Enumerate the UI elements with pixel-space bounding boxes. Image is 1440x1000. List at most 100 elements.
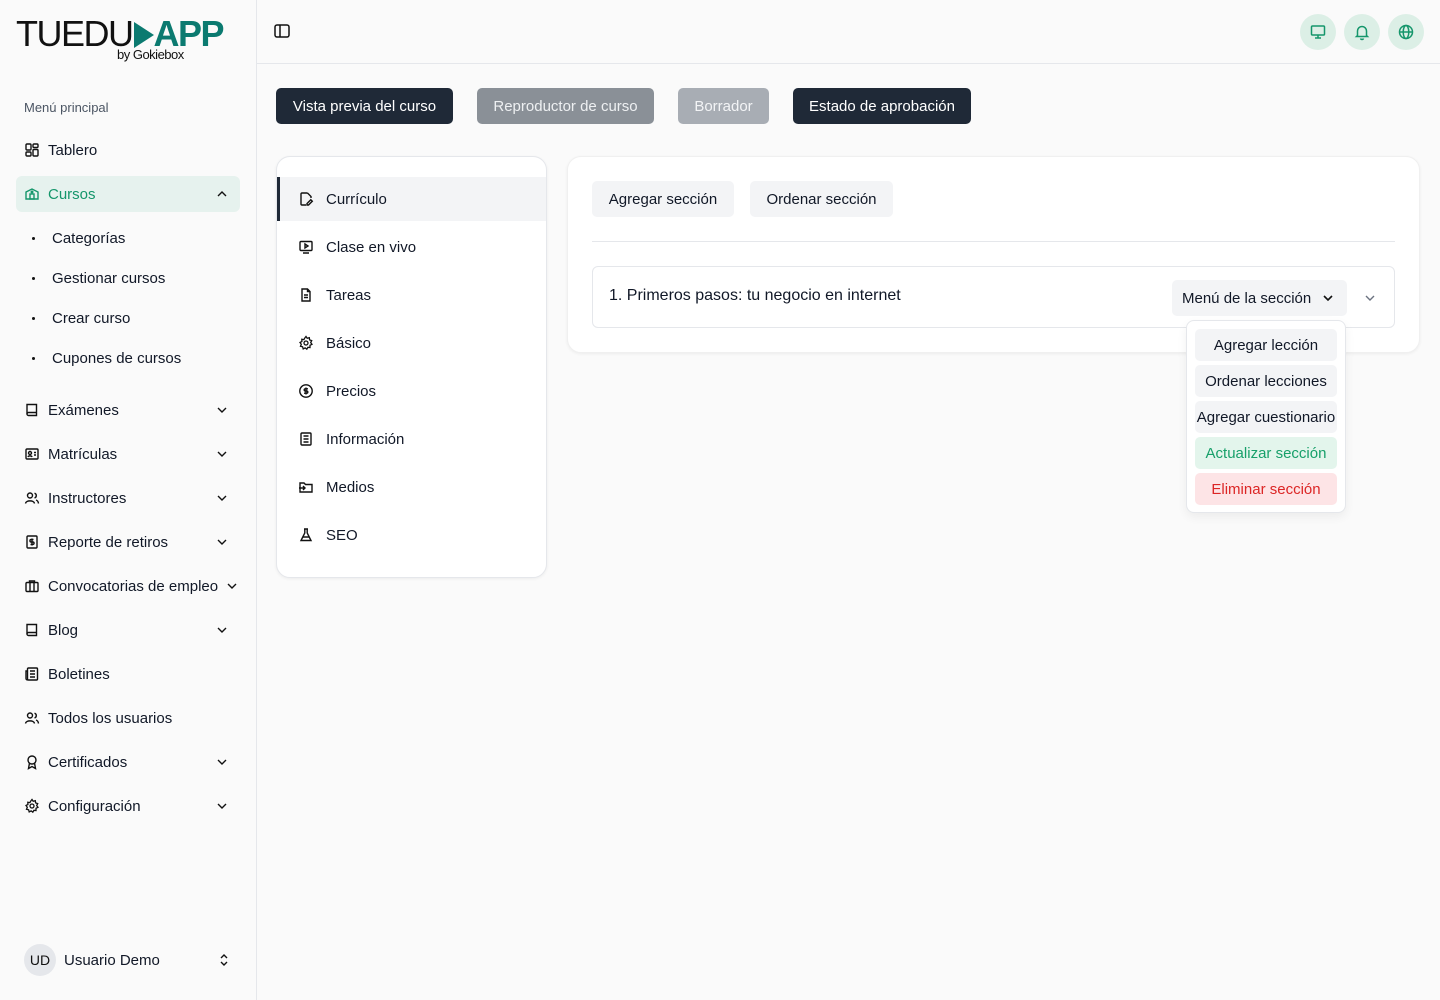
sidebar-item-configuracion[interactable]: Configuración: [16, 788, 240, 824]
course-player-button[interactable]: Reproductor de curso: [477, 88, 654, 124]
logo-text-main: TUEDU: [16, 13, 134, 54]
sidebar-item-label: Instructores: [48, 489, 127, 507]
bullet-dot: [32, 236, 35, 240]
logo-byline: by Gokiebox: [117, 47, 184, 62]
add-quiz-item[interactable]: Agregar cuestionario: [1195, 401, 1337, 433]
sidebar-item-label: Todos los usuarios: [48, 709, 173, 727]
enrollment-icon: [24, 446, 40, 462]
sidebar-item-label: Cursos: [48, 185, 96, 203]
add-lesson-item[interactable]: Agregar lección: [1195, 329, 1337, 361]
sidebar-item-label: Convocatorias de empleo: [48, 577, 219, 595]
sidebar-item-boletines[interactable]: Boletines: [16, 656, 240, 692]
section-menu-dropdown: Agregar lección Ordenar lecciones Agrega…: [1186, 320, 1346, 513]
course-tabs: Currículo Clase en vivo Tareas Básico Pr…: [276, 156, 547, 578]
sidebar-item-reporte-retiros[interactable]: Reporte de retiros: [16, 524, 240, 560]
sidebar-subitem-label: Gestionar cursos: [52, 269, 166, 287]
course-preview-button[interactable]: Vista previa del curso: [276, 88, 453, 124]
users-icon: [24, 490, 40, 506]
sidebar-item-examenes[interactable]: Exámenes: [16, 392, 240, 428]
app-logo[interactable]: TUEDU APP by Gokiebox: [16, 13, 225, 66]
edit-document-icon: [298, 191, 314, 207]
sidebar-item-label: Blog: [48, 621, 79, 639]
tab-label: SEO: [326, 526, 358, 544]
sidebar-item-todos-usuarios[interactable]: Todos los usuarios: [16, 700, 240, 736]
add-section-button[interactable]: Agregar sección: [592, 181, 734, 217]
gear-icon: [298, 335, 314, 351]
sidebar-subitem-label: Crear curso: [52, 309, 131, 327]
bullet-dot: [32, 356, 35, 360]
tab-label: Básico: [326, 334, 372, 352]
chevron-down-icon: [217, 759, 227, 765]
sidebar-item-label: Reporte de retiros: [48, 533, 169, 551]
bullet-dot: [32, 276, 35, 280]
tab-curriculo[interactable]: Currículo: [277, 177, 546, 221]
sidebar-item-blog[interactable]: Blog: [16, 612, 240, 648]
users-icon: [24, 710, 40, 726]
globe-icon: [1398, 24, 1414, 40]
chevron-down-icon: [217, 539, 227, 545]
chevron-up-down-icon: [220, 954, 228, 966]
bell-icon: [1354, 25, 1370, 41]
monitor-icon: [1310, 25, 1326, 39]
tab-label: Información: [326, 430, 405, 448]
chevron-down-icon: [217, 803, 227, 809]
user-name: Usuario Demo: [64, 951, 160, 969]
tab-clase-en-vivo[interactable]: Clase en vivo: [277, 225, 546, 269]
briefcase-icon: [24, 578, 40, 594]
approval-status-button[interactable]: Estado de aprobación: [793, 88, 971, 124]
update-section-item[interactable]: Actualizar sección: [1195, 437, 1337, 469]
newspaper-icon: [24, 666, 40, 682]
tab-seo[interactable]: SEO: [277, 513, 546, 557]
sidebar-item-label: Exámenes: [48, 401, 119, 419]
sidebar-item-instructores[interactable]: Instructores: [16, 480, 240, 516]
sidebar-item-label: Matrículas: [48, 445, 118, 463]
dollar-report-icon: [24, 534, 40, 550]
tab-informacion[interactable]: Información: [277, 417, 546, 461]
book-icon: [24, 622, 40, 638]
tab-precios[interactable]: Precios: [277, 369, 546, 413]
chevron-down-icon[interactable]: [1362, 290, 1378, 306]
section-menu-label: Menú de la sección: [1182, 289, 1312, 307]
monitor-button[interactable]: [1300, 14, 1336, 50]
tab-tareas[interactable]: Tareas: [277, 273, 546, 317]
sidebar-subitem-crear-curso[interactable]: Crear curso: [32, 302, 240, 334]
award-icon: [24, 754, 40, 770]
sidebar-item-tablero[interactable]: Tablero: [16, 132, 240, 168]
tab-label: Tareas: [326, 286, 372, 304]
chevron-down-icon: [217, 451, 227, 457]
tab-basico[interactable]: Básico: [277, 321, 546, 365]
tab-label: Medios: [326, 478, 375, 496]
section-row[interactable]: 1. Primeros pasos: tu negocio en interne…: [592, 266, 1395, 328]
tab-medios[interactable]: Medios: [277, 465, 546, 509]
sidebar-item-matriculas[interactable]: Matrículas: [16, 436, 240, 472]
sidebar-subitem-gestionar-cursos[interactable]: Gestionar cursos: [32, 262, 240, 294]
chevron-down-icon: [217, 627, 227, 633]
sidebar-item-certificados[interactable]: Certificados: [16, 744, 240, 780]
play-triangle-icon: [133, 22, 154, 48]
tab-label: Precios: [326, 382, 377, 400]
language-button[interactable]: [1388, 14, 1424, 50]
gear-icon: [24, 798, 40, 814]
sidebar-item-cursos[interactable]: Cursos: [16, 176, 240, 212]
section-menu-button[interactable]: Menú de la sección: [1172, 280, 1347, 316]
sidebar-toggle-icon[interactable]: [273, 22, 291, 40]
sidebar-subitem-cupones[interactable]: Cupones de cursos: [32, 342, 240, 374]
chevron-down-icon: [227, 583, 237, 589]
sidebar-subitem-categorias[interactable]: Categorías: [32, 222, 240, 254]
sidebar-item-label: Boletines: [48, 665, 110, 683]
sidebar-item-label: Tablero: [48, 141, 98, 159]
sidebar-subitem-label: Cupones de cursos: [52, 349, 182, 367]
document-icon: [298, 287, 314, 303]
delete-section-item[interactable]: Eliminar sección: [1195, 473, 1337, 505]
sidebar-item-label: Certificados: [48, 753, 128, 771]
user-menu[interactable]: UD Usuario Demo: [24, 943, 240, 977]
sort-lessons-item[interactable]: Ordenar lecciones: [1195, 365, 1337, 397]
draft-button[interactable]: Borrador: [678, 88, 769, 124]
info-document-icon: [298, 431, 314, 447]
book-icon: [24, 402, 40, 418]
sidebar-item-convocatorias[interactable]: Convocatorias de empleo: [16, 568, 240, 604]
dashboard-icon: [24, 142, 40, 158]
notifications-button[interactable]: [1344, 14, 1380, 50]
sort-section-button[interactable]: Ordenar sección: [750, 181, 893, 217]
menu-caption: Menú principal: [24, 100, 109, 115]
